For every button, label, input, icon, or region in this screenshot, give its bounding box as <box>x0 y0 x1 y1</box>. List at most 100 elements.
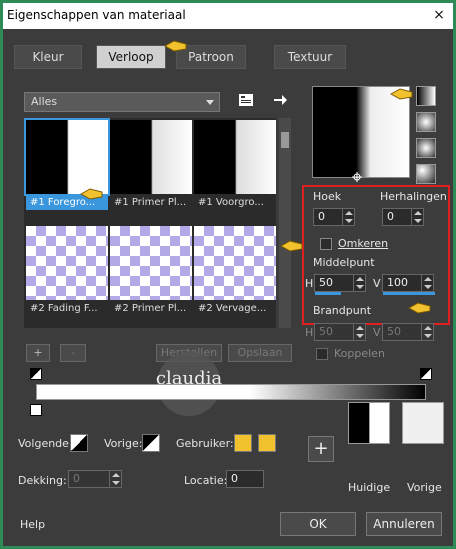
hand-pointer-icon <box>164 40 187 52</box>
opacity-stop-right[interactable] <box>420 368 432 380</box>
herhalingen-value: 0 <box>387 210 394 223</box>
add-to-swatches-button[interactable]: + <box>308 436 334 462</box>
middelpunt-h-value: 50 <box>319 276 333 289</box>
middelpunt-v-value: 100 <box>387 276 408 289</box>
middelpunt-h-label: H <box>305 277 314 290</box>
koppelen-label: Koppelen <box>334 347 385 360</box>
spin-arrows-icon[interactable] <box>342 209 354 225</box>
gradient-item[interactable]: #2 Vervage... <box>194 226 276 316</box>
middelpunt-v-label: V <box>373 277 381 290</box>
spin-arrows-icon[interactable] <box>421 324 433 340</box>
omkeren-checkbox[interactable] <box>320 238 332 250</box>
gradient-swatch <box>194 226 276 300</box>
gradient-item[interactable]: #1 Voorgro... <box>194 120 276 210</box>
title-bar: Eigenschappen van materiaal × <box>3 3 453 29</box>
dekking-value: 0 <box>73 472 80 485</box>
dekking-label: Dekking: <box>18 474 67 487</box>
gradient-label: #2 Primer Pl... <box>114 303 187 314</box>
style-radial-button[interactable] <box>416 164 436 184</box>
spin-arrows-icon[interactable] <box>421 275 433 291</box>
gradient-swatch <box>26 226 108 300</box>
remove-stop-button[interactable]: - <box>60 344 86 362</box>
gradient-swatch <box>194 120 276 194</box>
dekking-field[interactable]: 0 <box>68 470 122 488</box>
close-icon[interactable]: × <box>431 7 447 23</box>
gradient-swatch <box>110 120 192 194</box>
brandpunt-h-field[interactable]: 50 <box>314 323 366 341</box>
omkeren-label: Omkeren <box>338 237 389 250</box>
style-linear-button[interactable] <box>416 86 436 106</box>
herhalingen-label: Herhalingen <box>380 190 447 203</box>
middelpunt-v-field[interactable]: 100 <box>382 274 435 295</box>
hand-pointer-icon <box>280 240 303 252</box>
brandpunt-v-field[interactable]: 50 <box>382 323 434 341</box>
gebruiker-color-swatch[interactable] <box>234 434 252 452</box>
category-dropdown[interactable]: Alles <box>24 92 220 112</box>
hoek-value: 0 <box>318 210 325 223</box>
herhalingen-field[interactable]: 0 <box>382 208 424 226</box>
vorige-swatch-label: Vorige <box>407 481 442 494</box>
brandpunt-h-label: H <box>305 326 314 339</box>
gradient-list-scrollbar[interactable] <box>279 118 291 328</box>
add-stop-button[interactable]: + <box>26 344 50 362</box>
gradient-label: #2 Fading F... <box>30 303 98 314</box>
chevron-down-icon <box>206 100 214 105</box>
scrollbar-thumb[interactable] <box>281 132 289 148</box>
brandpunt-v-value: 50 <box>387 325 401 338</box>
gradient-swatch <box>24 118 110 196</box>
crosshair-icon <box>352 172 362 182</box>
spin-arrows-icon[interactable] <box>353 324 365 340</box>
volgende-label: Volgende: <box>18 437 73 450</box>
koppelen-checkbox[interactable] <box>316 348 328 360</box>
locatie-field[interactable]: 0 <box>226 470 264 488</box>
arrow-right-icon[interactable] <box>272 92 288 108</box>
previous-color-swatch[interactable] <box>402 402 444 444</box>
style-rectangular-button[interactable] <box>416 112 436 132</box>
gradient-label: #1 Primer Pl... <box>114 197 187 208</box>
brandpunt-label: Brandpunt <box>313 304 372 317</box>
gebruiker-label: Gebruiker: <box>176 437 234 450</box>
help-link[interactable]: Help <box>20 518 45 531</box>
hand-pointer-icon <box>390 88 413 100</box>
gradient-list: #1 Foregro... #1 Primer Pl... #1 Voorgro… <box>24 118 276 328</box>
hoek-field[interactable]: 0 <box>313 208 355 226</box>
cancel-button[interactable]: Annuleren <box>366 512 442 536</box>
gradient-label: #1 Voorgro... <box>198 197 264 208</box>
locatie-label: Locatie: <box>184 474 228 487</box>
hand-pointer-icon <box>408 302 431 314</box>
gradient-editor-bar[interactable] <box>36 384 426 400</box>
spin-arrows-icon[interactable] <box>353 275 365 291</box>
library-icon[interactable] <box>238 92 254 108</box>
vorige-label: Vorige: <box>104 437 143 450</box>
brandpunt-v-label: V <box>373 326 381 339</box>
tab-textuur[interactable]: Textuur <box>274 45 346 69</box>
tab-verloop[interactable]: Verloop <box>96 45 166 69</box>
color-stop-left[interactable] <box>30 404 42 416</box>
brandpunt-h-value: 50 <box>319 325 333 338</box>
gradient-swatch <box>110 226 192 300</box>
volgende-color-swatch[interactable] <box>70 434 88 452</box>
locatie-value: 0 <box>231 472 238 485</box>
hand-pointer-icon <box>80 188 103 200</box>
spin-arrows-icon[interactable] <box>109 471 121 487</box>
spin-arrows-icon[interactable] <box>411 209 423 225</box>
window-title: Eigenschappen van materiaal <box>7 8 186 22</box>
middelpunt-label: Middelpunt <box>313 256 375 269</box>
tab-kleur[interactable]: Kleur <box>14 45 82 69</box>
current-color-swatch[interactable] <box>348 402 390 444</box>
style-sunburst-button[interactable] <box>416 138 436 158</box>
gradient-item[interactable]: #1 Primer Pl... <box>110 120 192 210</box>
category-dropdown-value: Alles <box>31 95 58 108</box>
opacity-stop-left[interactable] <box>30 368 42 380</box>
gradient-item[interactable]: #2 Primer Pl... <box>110 226 192 316</box>
huidige-label: Huidige <box>348 481 391 494</box>
gradient-label: #2 Vervage... <box>198 303 267 314</box>
vorige-color-swatch[interactable] <box>142 434 160 452</box>
hoek-label: Hoek <box>313 190 342 203</box>
gradient-item[interactable]: #2 Fading F... <box>26 226 108 316</box>
gebruiker-color-swatch-2[interactable] <box>258 434 276 452</box>
middelpunt-v-slider[interactable] <box>383 292 435 295</box>
middelpunt-h-field[interactable]: 50 <box>314 274 366 295</box>
middelpunt-h-slider[interactable] <box>315 292 341 295</box>
ok-button[interactable]: OK <box>280 512 356 536</box>
